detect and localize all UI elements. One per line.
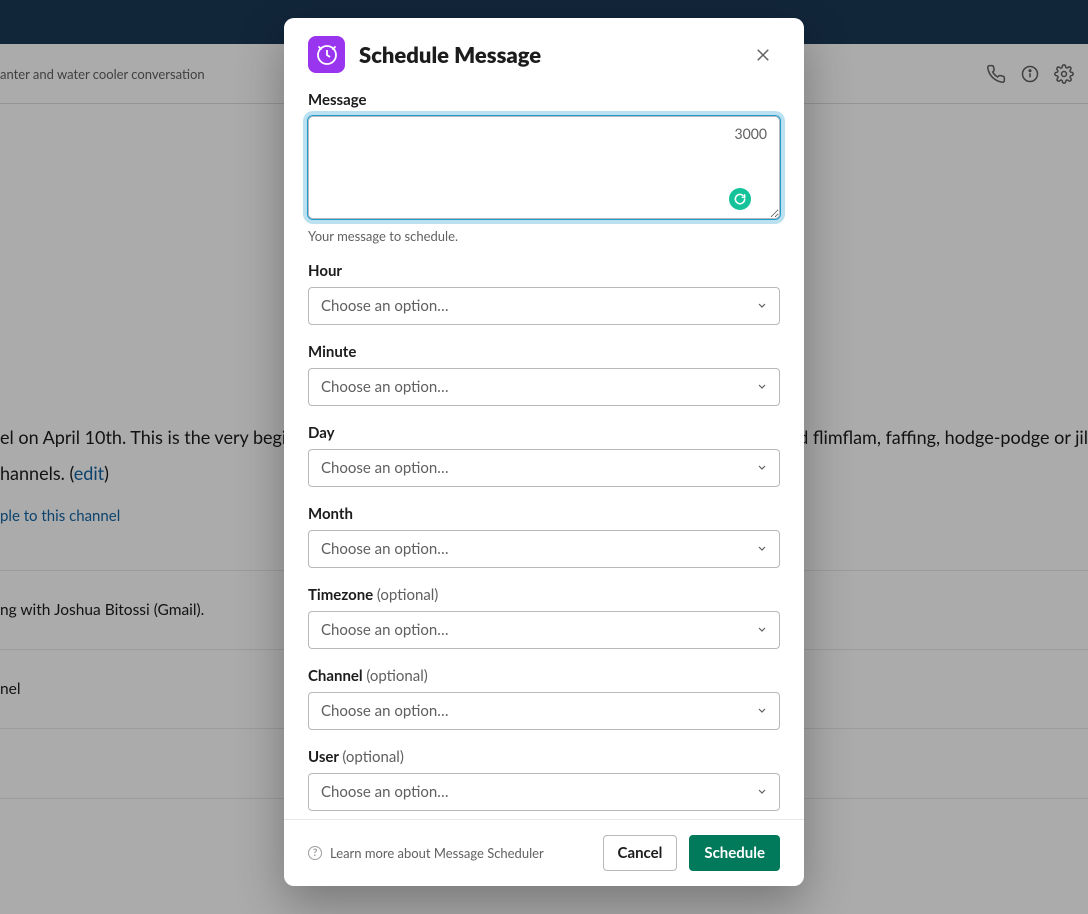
channel-select[interactable]: Choose an option… [308,692,780,730]
month-select[interactable]: Choose an option… [308,530,780,568]
learn-more-text: Learn more about Message Scheduler [330,845,544,861]
minute-select-value: Choose an option… [321,378,449,396]
hour-label: Hour [308,262,780,280]
user-label: User (optional) [308,748,780,766]
learn-more-link[interactable]: ? Learn more about Message Scheduler [308,845,591,861]
close-button[interactable] [746,38,780,72]
month-select-value: Choose an option… [321,540,449,558]
schedule-button[interactable]: Schedule [689,835,780,871]
modal-header: Schedule Message [284,18,804,87]
user-optional: (optional) [342,748,404,766]
user-label-text: User [308,748,339,766]
day-select[interactable]: Choose an option… [308,449,780,487]
message-input-wrap: 3000 [308,116,780,219]
message-label: Message [308,91,780,109]
message-input[interactable] [309,117,779,218]
timezone-optional: (optional) [377,586,439,604]
minute-select[interactable]: Choose an option… [308,368,780,406]
channel-label: Channel (optional) [308,667,780,685]
channel-select-value: Choose an option… [321,702,449,720]
help-icon: ? [308,846,322,860]
day-select-value: Choose an option… [321,459,449,477]
hour-select[interactable]: Choose an option… [308,287,780,325]
modal-title: Schedule Message [359,41,732,68]
modal-footer: ? Learn more about Message Scheduler Can… [284,819,804,886]
day-label: Day [308,424,780,442]
minute-label: Minute [308,343,780,361]
user-select[interactable]: Choose an option… [308,773,780,811]
schedule-message-modal: Schedule Message Message 3000 Your messa… [284,18,804,886]
cancel-button[interactable]: Cancel [603,835,678,871]
timezone-select[interactable]: Choose an option… [308,611,780,649]
scheduler-app-icon [308,36,345,73]
channel-label-text: Channel [308,667,363,685]
user-select-value: Choose an option… [321,783,449,801]
channel-optional: (optional) [366,667,428,685]
grammarly-icon[interactable] [729,188,751,210]
month-label: Month [308,505,780,523]
timezone-label: Timezone (optional) [308,586,780,604]
message-hint: Your message to schedule. [308,228,780,244]
timezone-label-text: Timezone [308,586,373,604]
modal-body[interactable]: Message 3000 Your message to schedule. H… [284,87,804,819]
hour-select-value: Choose an option… [321,297,449,315]
close-icon [754,46,772,64]
timezone-select-value: Choose an option… [321,621,449,639]
